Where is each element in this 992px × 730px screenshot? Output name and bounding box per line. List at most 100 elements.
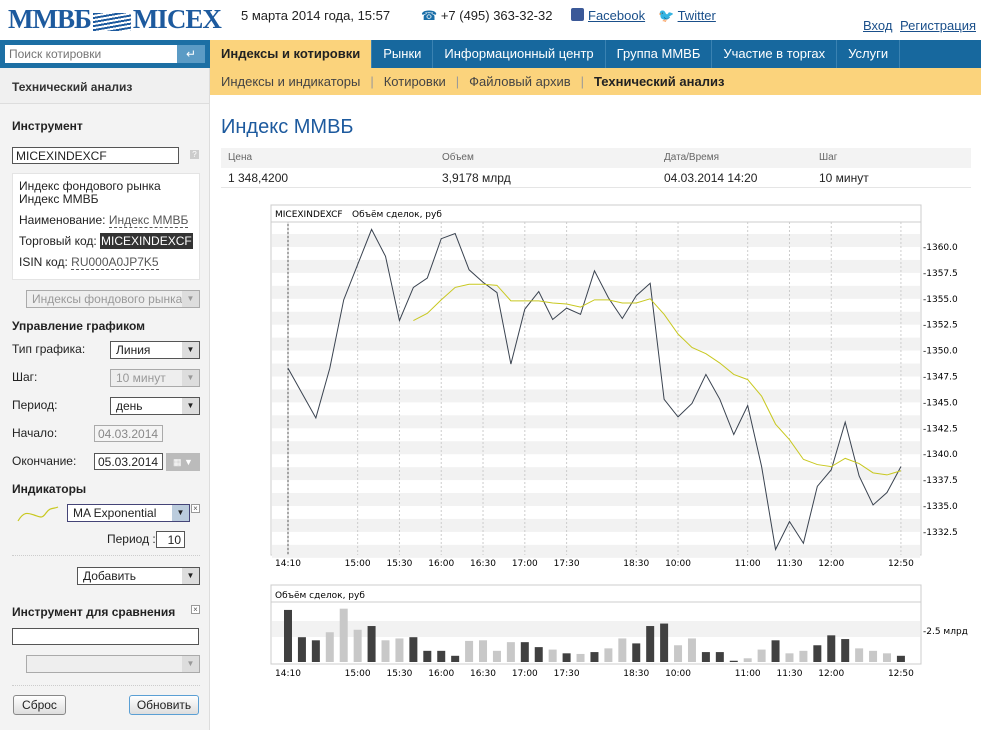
main-nav: Индексы и котировки Рынки Информационный… [210,40,981,68]
chart-type-label: Тип графика: [12,342,86,356]
subnav-tech-analysis[interactable]: Технический анализ [594,74,724,89]
grid-band [272,544,920,558]
name-value[interactable]: Индекс ММВБ [108,213,189,228]
volume-bar [409,637,418,662]
grid-band [272,441,920,455]
nav-group[interactable]: Группа ММВБ [606,40,713,68]
volume-header [270,584,922,603]
twitter-link[interactable]: 🐦 Twitter [658,8,716,24]
subnav-archive[interactable]: Файловый архив [469,74,570,89]
nav-info-center[interactable]: Информационный центр [433,40,606,68]
facebook-link[interactable]: Facebook [571,8,645,23]
nav-markets[interactable]: Рынки [372,40,434,68]
volume-bar [841,639,850,662]
enter-icon[interactable]: ↵ [177,45,205,63]
instrument-description: Индекс фондового рынка Индекс ММВБ [19,179,161,206]
x-tick-label: 17:30 [554,559,580,569]
volume-bar [827,635,836,662]
subnav-indicators[interactable]: Индексы и индикаторы [221,74,360,89]
volume-bar [297,637,306,662]
chevron-down-icon: ▼ [182,291,199,307]
facebook-label[interactable]: Facebook [588,8,645,23]
update-button[interactable]: Обновить [129,695,199,715]
price-chart[interactable]: MICEXINDEXCF Объём сделок, руб 14:10 14:10 1… [270,204,982,684]
isin-value[interactable]: RU000A0JP7K5 [71,255,159,270]
end-label: Окончание: [12,454,77,468]
x-tick-label: 10:00 [665,559,691,569]
grid-band [272,493,920,506]
start-label: Начало: [12,426,58,440]
grid-band [272,285,920,299]
volume-bar [757,649,766,662]
chart-type-select[interactable]: Линия ▼ [110,341,200,359]
twitter-icon: 🐦 [658,8,678,23]
instrument-input[interactable]: MICEXINDEXCF [12,147,179,164]
volume-bar [785,653,794,662]
chevron-down-icon: ▼ [182,370,199,386]
grid-band [272,363,920,377]
calendar-icon[interactable]: ▦ ▼ [166,453,200,471]
end-date-input[interactable]: 05.03.2014 [94,453,163,470]
volume-bar [325,632,334,662]
grid-band [272,389,920,403]
x-tick-label: 12:50 [888,559,914,569]
compare-select[interactable]: ▼ [26,655,200,673]
panel-title: Технический анализ [0,68,209,104]
chevron-down-icon: ▼ [182,656,199,672]
login-link[interactable]: Вход [863,18,892,33]
nav-indices[interactable]: Индексы и котировки [210,40,373,68]
x-tick-label: 15:30 [386,559,412,569]
y-tick-label: -1340.0 [923,450,958,460]
y-tick-label: -1332.5 [923,528,958,538]
code-label: Торговый код: [19,234,97,248]
start-date-input[interactable]: 04.03.2014 [94,425,163,442]
remove-indicator-icon[interactable]: × [191,504,200,513]
code-value: MICEXINDEXCF [100,233,193,249]
volume-bar [674,645,683,662]
volume-bar [381,640,390,662]
remove-compare-icon[interactable]: × [191,605,200,614]
register-link[interactable]: Регистрация [900,18,976,33]
nav-services[interactable]: Услуги [837,40,901,68]
volume-bar [687,638,696,662]
vol-x-tick-label: 10:00 [665,669,691,679]
grid-band [272,337,920,351]
x-tick-label: 16:30 [470,559,496,569]
vol-x-tick-label: 11:00 [735,669,761,679]
phone-icon: ☎ [421,8,441,23]
volume-bar [339,608,348,662]
volume-bar [395,638,404,662]
compare-input[interactable] [12,628,199,645]
twitter-label[interactable]: Twitter [678,8,716,23]
volume-bar [743,658,752,662]
add-indicator-select[interactable]: Добавить ▼ [77,567,200,585]
price-chart-title: MICEXINDEXCF [275,210,343,220]
nav-trading[interactable]: Участие в торгах [712,40,838,68]
reset-button[interactable]: Сброс [13,695,66,715]
indicator-select[interactable]: MA Exponential ▼ [67,504,190,522]
subnav-quotes[interactable]: Котировки [384,74,446,89]
quote-table: Цена Объем Дата/Время Шаг 1 348,4200 3,9178 … [221,148,971,188]
period-select[interactable]: день ▼ [110,397,200,415]
volume-bar [548,649,557,662]
chevron-down-icon: ▼ [172,505,189,521]
step-select[interactable]: 10 минут ▼ [110,369,200,387]
volume-bar [715,652,724,662]
volume-bar [646,626,655,662]
logo[interactable]: ММВБ MICEX [8,4,222,35]
current-date: 5 марта 2014 года, 15:57 [241,8,391,23]
search-input[interactable] [5,45,177,63]
y-tick-label: -1342.5 [923,424,958,434]
vol-x-tick-label: 11:30 [777,669,803,679]
divider [12,685,200,686]
table-row: 1 348,4200 3,9178 млрд 04.03.2014 14:20 10 … [221,168,971,188]
volume-bar [534,647,543,662]
group-select[interactable]: Индексы фондового рынка ▼ [26,290,200,308]
chevron-down-icon: ▼ [182,398,199,414]
x-tick-label: 14:10 [275,559,301,569]
help-icon[interactable]: ? [190,150,199,159]
vol-x-tick-label: 15:00 [345,669,371,679]
indicator-period-input[interactable]: 10 [156,531,185,548]
volume-bar [869,650,878,662]
vol-x-tick-label: 16:30 [470,669,496,679]
